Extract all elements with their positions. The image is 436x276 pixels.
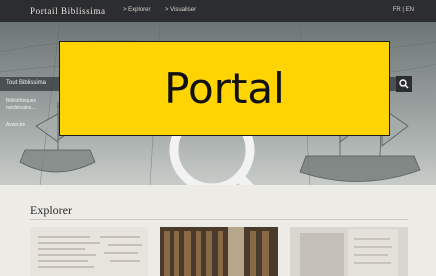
- book-thumbnail: [300, 229, 398, 276]
- section-divider: [30, 219, 408, 220]
- search-button[interactable]: [396, 76, 412, 92]
- nav-link-visualiser[interactable]: > Visualiser: [165, 7, 196, 13]
- explorer-heading: Explorer: [30, 203, 72, 217]
- site-brand[interactable]: Portail Biblissima: [30, 6, 106, 16]
- explorer-card-manuscript[interactable]: [30, 227, 148, 276]
- manuscript-thumbnail: [38, 236, 142, 268]
- portal-overlay: Portal: [59, 41, 390, 136]
- explorer-card-book[interactable]: [290, 227, 408, 276]
- overlay-title: Portal: [164, 64, 285, 113]
- search-scope[interactable]: Tout Biblissima: [6, 80, 46, 86]
- library-thumbnail: [160, 227, 278, 276]
- hero-description: Bibliothèques médiévales...: [6, 98, 37, 111]
- explorer-card-library[interactable]: [160, 227, 278, 276]
- language-switch[interactable]: FR | EN: [393, 7, 414, 13]
- advanced-search-link[interactable]: Avancée: [6, 122, 25, 128]
- nav-link-explorer[interactable]: > Explorer: [123, 7, 151, 13]
- search-icon: [399, 79, 409, 89]
- top-nav: Portail Biblissima > Explorer > Visualis…: [0, 0, 436, 22]
